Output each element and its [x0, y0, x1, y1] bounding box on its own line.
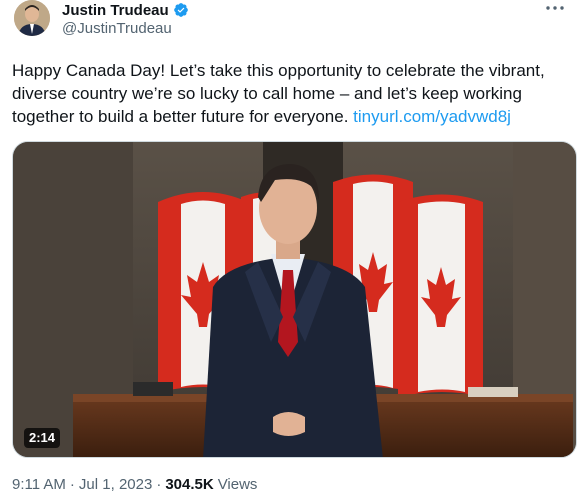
video-player[interactable]: 2:14 — [12, 141, 577, 458]
avatar[interactable] — [14, 0, 50, 36]
video-duration-badge: 2:14 — [24, 428, 61, 448]
tweet-card: Justin Trudeau @JustinTrudeau Happy Cana… — [0, 0, 579, 500]
tweet-text: Happy Canada Day! Let’s take this opport… — [12, 59, 572, 128]
author-name-row: Justin Trudeau — [62, 0, 189, 20]
meta-separator: · — [156, 476, 162, 493]
verified-badge-icon[interactable] — [173, 2, 189, 18]
author-display-name[interactable]: Justin Trudeau — [62, 2, 169, 19]
tweet-meta: 9:11 AM · Jul 1, 2023 · 304.5K Views — [12, 476, 257, 493]
video-thumbnail — [13, 142, 576, 457]
tweet-date[interactable]: Jul 1, 2023 — [79, 476, 152, 493]
more-options-icon[interactable] — [545, 0, 565, 16]
meta-separator: · — [69, 476, 75, 493]
views-count: 304.5K — [165, 476, 214, 493]
tweet-time[interactable]: 9:11 AM — [12, 476, 66, 493]
author-handle[interactable]: @JustinTrudeau — [62, 20, 172, 37]
tweet-link[interactable]: tinyurl.com/yadvwd8j — [353, 107, 511, 126]
views-label: Views — [217, 476, 258, 493]
